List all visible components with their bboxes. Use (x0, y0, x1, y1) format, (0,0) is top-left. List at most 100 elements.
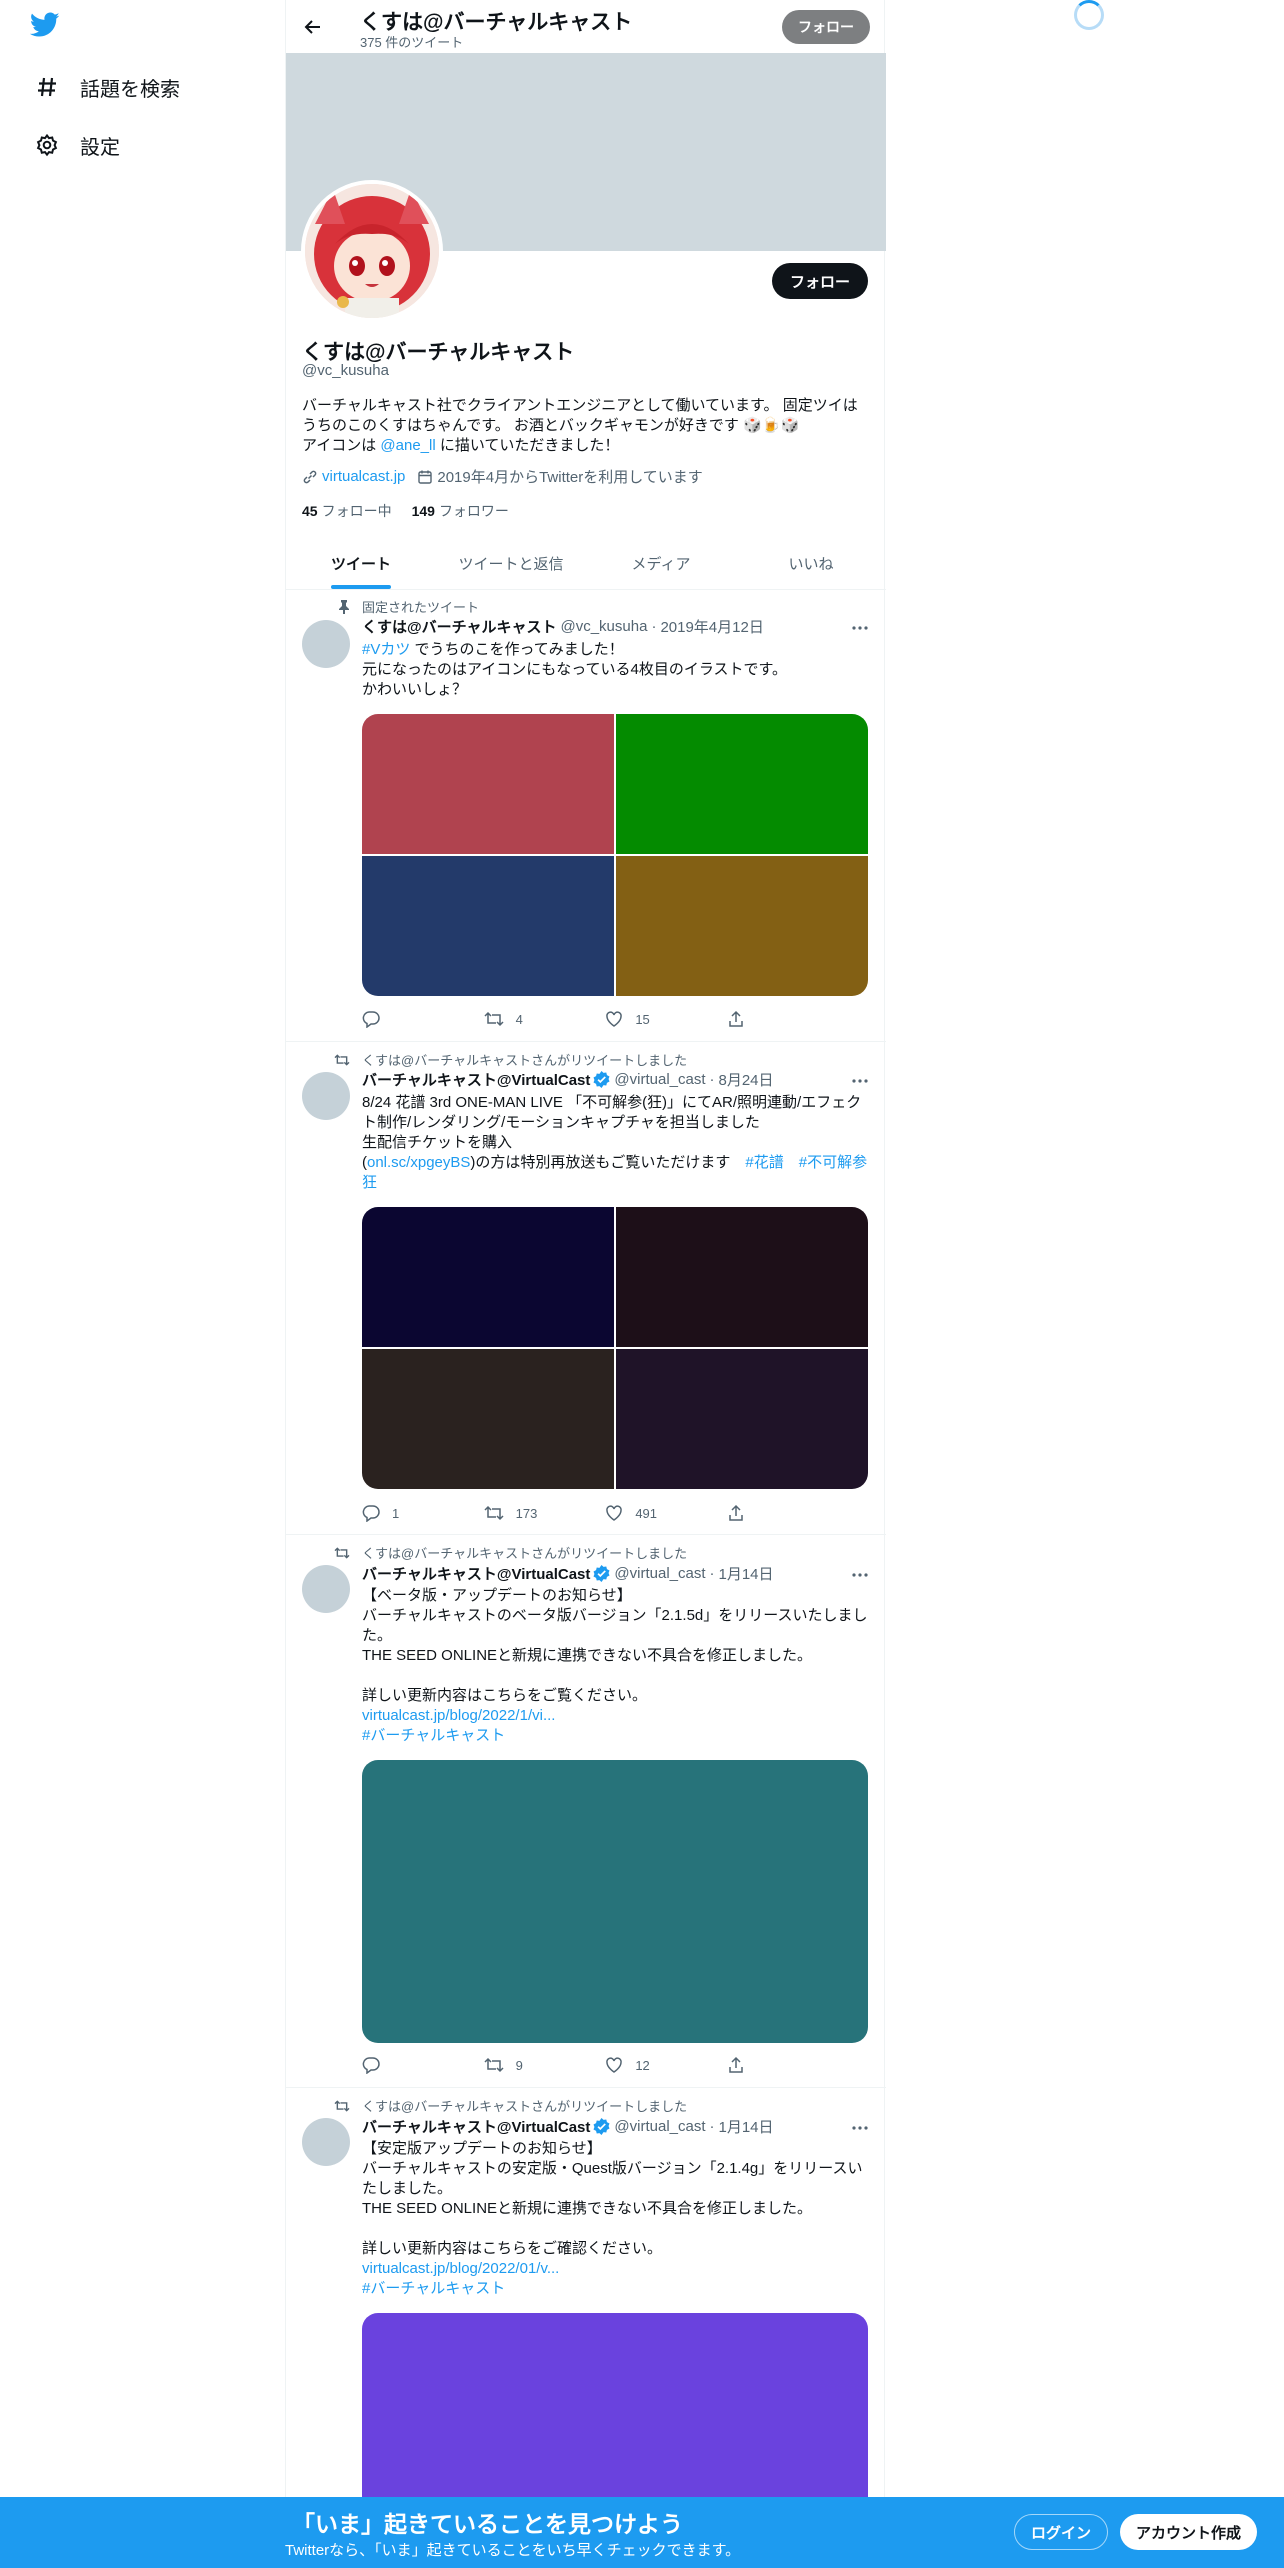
retweet-button[interactable]: 173 (484, 1504, 544, 1522)
author-handle: @virtual_cast (614, 2118, 706, 2135)
media-image[interactable] (616, 1349, 868, 1489)
login-button[interactable]: ログイン (1014, 2514, 1109, 2550)
author-name[interactable]: くすは@バーチャルキャスト (362, 616, 556, 637)
verified-badge-icon (593, 1565, 610, 1582)
share-button[interactable] (727, 1504, 787, 1522)
signup-banner: 「いま」起きていることを見つけよう Twitterなら、「いま」起きていることを… (0, 2497, 1284, 2568)
more-icon[interactable] (850, 1565, 870, 1585)
tweet-header: バーチャルキャスト@VirtualCast @virtual_cast · 1月… (362, 2116, 774, 2137)
profile-joined: 2019年4月からTwitterを利用しています (417, 466, 703, 487)
nav-settings[interactable]: 設定 (32, 125, 120, 165)
banner-subtitle: Twitterなら、「いま」起きていることをいち早くチェックできます。 (285, 2542, 741, 2559)
tab-tweets[interactable]: ツイート (286, 537, 436, 589)
following-label: フォロー中 (321, 503, 392, 519)
separator: · (709, 1565, 715, 1582)
tweet-item[interactable]: くすは@バーチャルキャストさんがリツイートしました バーチャルキャスト@Virt… (286, 2088, 886, 2508)
separator: · (709, 1071, 715, 1088)
tab-tweets-replies[interactable]: ツイートと返信 (436, 537, 586, 589)
profile-header-bar: くすは@バーチャルキャスト 375 件のツイート フォロー (286, 0, 886, 53)
like-count: 12 (635, 2057, 650, 2073)
signup-button[interactable]: アカウント作成 (1120, 2514, 1258, 2550)
pinned-label: 固定されたツイート (362, 600, 480, 615)
media-image[interactable] (362, 1349, 614, 1489)
retweet-button[interactable]: 4 (484, 1010, 544, 1028)
following-count: 45 (302, 503, 318, 519)
media-image[interactable] (616, 714, 868, 854)
back-arrow-icon[interactable] (298, 12, 328, 42)
reply-icon (362, 1011, 380, 1028)
media-image[interactable] (362, 2313, 868, 2508)
media-image[interactable] (362, 1207, 614, 1347)
media-image[interactable] (362, 1760, 868, 2043)
more-icon[interactable] (850, 2118, 870, 2138)
retweet-count: 173 (515, 1505, 538, 1521)
tab-media[interactable]: メディア (586, 537, 736, 589)
tweet-header: バーチャルキャスト@VirtualCast @virtual_cast · 1月… (362, 1563, 774, 1584)
tab-likes[interactable]: いいね (736, 537, 886, 589)
hashtag-link[interactable]: #花譜 (745, 1154, 783, 1171)
profile-bio: バーチャルキャスト社でクライアントエンジニアとして働いています。 固定ツイはうち… (302, 396, 872, 456)
hashtag-link[interactable]: #バーチャルキャスト (362, 2280, 505, 2297)
tweet-text-body: 【安定版アップデートのお知らせ】 バーチャルキャストの安定版・Quest版バージ… (362, 2140, 863, 2257)
tweet-date[interactable]: 8月24日 (719, 1069, 774, 1090)
reply-button[interactable] (362, 1010, 422, 1028)
like-button[interactable]: 15 (605, 1010, 665, 1028)
profile-avatar[interactable] (301, 180, 443, 322)
verified-badge-icon (593, 2118, 610, 2135)
media-image[interactable] (616, 856, 868, 996)
author-name[interactable]: バーチャルキャスト@VirtualCast (362, 1069, 590, 1090)
media-image[interactable] (362, 856, 614, 996)
retweet-button[interactable]: 9 (484, 2056, 544, 2074)
share-icon (729, 1504, 743, 1521)
author-name[interactable]: バーチャルキャスト@VirtualCast (362, 2116, 590, 2137)
reply-button[interactable]: 1 (362, 1504, 422, 1522)
website-link[interactable]: virtualcast.jp (322, 468, 405, 485)
tweet-item[interactable]: 固定されたツイート くすは@バーチャルキャスト @vc_kusuha · 201… (286, 590, 886, 1042)
like-count: 491 (635, 1505, 658, 1521)
tweet-text: #Vカツ でうちのこを作ってみました！ 元になったのはアイコンにもなっている4枚… (362, 640, 872, 700)
tweet-media-grid (362, 714, 868, 996)
tweet-text: 8/24 花譜 3rd ONE-MAN LIVE 「不可解参(狂)」にてAR/照… (362, 1093, 872, 1193)
retweet-count: 4 (515, 1011, 523, 1027)
share-button[interactable] (727, 2056, 787, 2074)
profile-handle: @vc_kusuha (302, 362, 389, 379)
avatar[interactable] (302, 2118, 350, 2166)
profile-website: virtualcast.jp (302, 468, 405, 485)
bio-mention-link[interactable]: @ane_ll (380, 437, 435, 454)
like-button[interactable]: 491 (605, 1504, 665, 1522)
share-icon (729, 1010, 743, 1027)
tweet-date[interactable]: 1月14日 (719, 1563, 774, 1584)
retweet-context: くすは@バーチャルキャストさんがリツイートしました (334, 1543, 687, 1562)
author-name[interactable]: バーチャルキャスト@VirtualCast (362, 1563, 590, 1584)
tweet-actions: 9 12 (362, 2056, 787, 2074)
more-icon[interactable] (850, 618, 870, 638)
tweet-date[interactable]: 2019年4月12日 (660, 616, 763, 637)
header-follow-button[interactable]: フォロー (782, 10, 870, 44)
tweet-item[interactable]: くすは@バーチャルキャストさんがリツイートしました バーチャルキャスト@Virt… (286, 1535, 886, 2088)
tweet-date[interactable]: 1月14日 (719, 2116, 774, 2137)
media-image[interactable] (362, 714, 614, 854)
nav-explore[interactable]: 話題を検索 (32, 67, 180, 107)
joined-text: 2019年4月からTwitterを利用しています (437, 469, 703, 486)
following-link[interactable]: 45 フォロー中 (302, 501, 392, 521)
nav-explore-label: 話題を検索 (80, 78, 180, 101)
share-button[interactable] (727, 1010, 787, 1028)
hashtag-link[interactable]: #バーチャルキャスト (362, 1727, 505, 1744)
media-image[interactable] (616, 1207, 868, 1347)
hashtag-link[interactable]: #Vカツ (362, 641, 410, 658)
profile-follow-button[interactable]: フォロー (771, 263, 868, 299)
followers-link[interactable]: 149 フォロワー (412, 501, 509, 521)
more-icon[interactable] (850, 1071, 870, 1091)
like-button[interactable]: 12 (605, 2056, 665, 2074)
tweet-link[interactable]: virtualcast.jp/blog/2022/1/vi... (362, 1707, 555, 1724)
tweet-link[interactable]: onl.sc/xpgeyBS (367, 1154, 470, 1171)
avatar[interactable] (302, 1072, 350, 1120)
twitter-logo-icon[interactable] (29, 12, 66, 44)
avatar[interactable] (302, 620, 350, 668)
reply-button[interactable] (362, 2056, 422, 2074)
tweet-item[interactable]: くすは@バーチャルキャストさんがリツイートしました バーチャルキャスト@Virt… (286, 1042, 886, 1535)
avatar[interactable] (302, 1565, 350, 1613)
tweet-link[interactable]: virtualcast.jp/blog/2022/01/v... (362, 2260, 559, 2277)
author-handle: @virtual_cast (614, 1071, 706, 1088)
retweet-context: くすは@バーチャルキャストさんがリツイートしました (334, 1050, 687, 1069)
